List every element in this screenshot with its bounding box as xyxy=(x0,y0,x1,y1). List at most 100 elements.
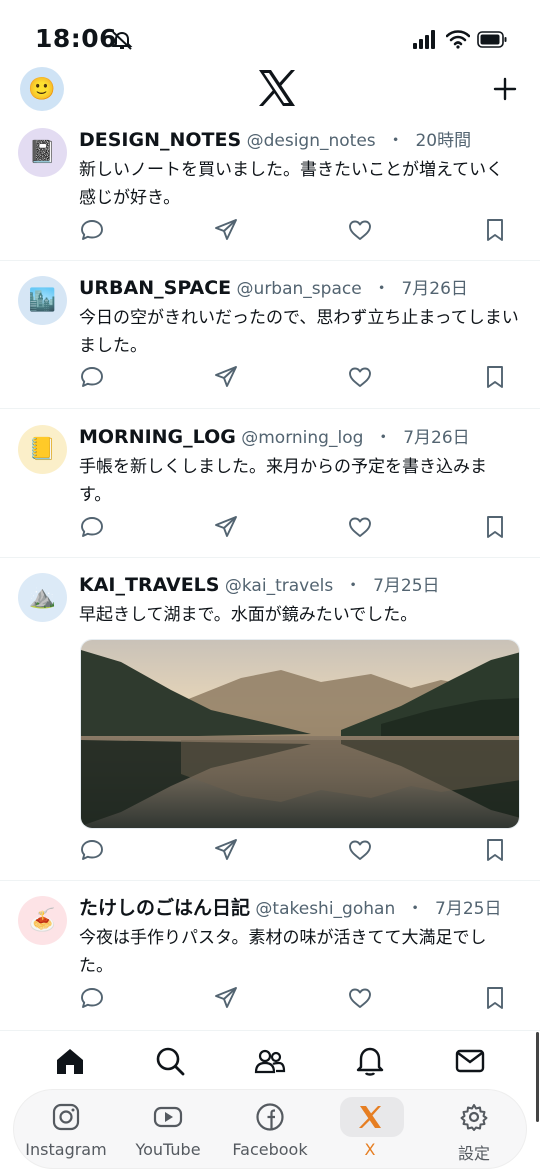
post[interactable]: 🏙️ URBAN_SPACE @urban_space ・ 7月26日 今日の空… xyxy=(0,261,540,409)
post-avatar[interactable]: 📓 xyxy=(18,128,67,177)
app-switcher-dock: Instagram YouTube Facebook X 設定 xyxy=(14,1090,526,1168)
dock-item-instagram[interactable]: Instagram xyxy=(16,1100,116,1162)
post-timestamp[interactable]: 7月25日 xyxy=(373,576,439,596)
like-button[interactable] xyxy=(347,364,373,390)
heart-icon xyxy=(349,517,371,537)
heart-icon xyxy=(349,220,371,240)
reply-button[interactable] xyxy=(79,985,105,1011)
bookmark-button[interactable] xyxy=(482,217,508,243)
dock-item-youtube[interactable]: YouTube xyxy=(118,1100,218,1162)
post-actions xyxy=(79,217,509,245)
post-timestamp[interactable]: 7月26日 xyxy=(401,279,467,299)
share-button[interactable] xyxy=(213,364,239,390)
heart-icon xyxy=(349,367,371,387)
profile-avatar[interactable]: 🙂 xyxy=(20,67,64,111)
post-avatar[interactable]: ⛰️ xyxy=(18,573,67,622)
post-author-name[interactable]: DESIGN_NOTES xyxy=(79,129,241,151)
dock-label: 設定 xyxy=(457,1144,490,1163)
post-text: 今夜は手作りパスタ。素材の味が活きてて大満足でした。 xyxy=(79,928,487,976)
lake-landscape-image xyxy=(81,640,519,828)
post[interactable]: 📒 MORNING_LOG @morning_log ・ 7月26日 手帳を新し… xyxy=(0,409,540,558)
scrollbar[interactable] xyxy=(536,1032,539,1122)
post-header: MORNING_LOG @morning_log ・ 7月26日 xyxy=(79,423,530,451)
dock-item-facebook[interactable]: Facebook xyxy=(220,1100,320,1162)
post[interactable]: 📓 DESIGN_NOTES @design_notes ・ 20時間 新しいノ… xyxy=(0,122,540,261)
post-text: 早起きして湖まで。水面が鏡みたいでした。 xyxy=(79,605,418,625)
post-header: DESIGN_NOTES @design_notes ・ 20時間 xyxy=(79,126,530,154)
share-button[interactable] xyxy=(213,837,239,863)
people-icon xyxy=(254,1049,286,1074)
post-actions xyxy=(79,985,509,1013)
share-button[interactable] xyxy=(213,985,239,1011)
post-author-handle[interactable]: @morning_log xyxy=(241,428,363,448)
heart-icon xyxy=(349,840,371,860)
bookmark-button[interactable] xyxy=(482,837,508,863)
wifi-icon xyxy=(446,30,470,49)
post-author-handle[interactable]: @kai_travels xyxy=(225,576,333,596)
home-icon xyxy=(57,1049,83,1074)
timeline-feed: 📓 DESIGN_NOTES @design_notes ・ 20時間 新しいノ… xyxy=(0,122,540,1031)
share-button[interactable] xyxy=(213,217,239,243)
post-author-name[interactable]: KAI_TRAVELS xyxy=(79,574,219,596)
reply-icon xyxy=(81,220,103,240)
like-button[interactable] xyxy=(347,217,373,243)
envelope-icon xyxy=(455,1049,485,1073)
post-timestamp[interactable]: 20時間 xyxy=(415,131,471,151)
post-author-name[interactable]: MORNING_LOG xyxy=(79,426,236,448)
battery-icon xyxy=(477,31,507,48)
instagram-icon xyxy=(52,1103,80,1131)
separator-dot: ・ xyxy=(344,576,362,596)
bookmark-button[interactable] xyxy=(482,364,508,390)
post-header: たけしのごはん日記 @takeshi_gohan ・ 7月25日 xyxy=(79,894,530,922)
messages-tab[interactable] xyxy=(454,1045,486,1077)
post-author-name[interactable]: たけしのごはん日記 xyxy=(79,897,250,919)
post-author-handle[interactable]: @urban_space xyxy=(237,279,362,299)
search-tab[interactable] xyxy=(154,1045,186,1077)
post[interactable]: ⛰️ KAI_TRAVELS @kai_travels ・ 7月25日 早起きし… xyxy=(0,558,540,881)
post-avatar[interactable]: 🍝 xyxy=(18,896,67,945)
reply-button[interactable] xyxy=(79,514,105,540)
post-avatar[interactable]: 🏙️ xyxy=(18,276,67,325)
communities-tab[interactable] xyxy=(254,1045,286,1077)
post-avatar[interactable]: 📒 xyxy=(18,425,67,474)
bottom-tab-bar xyxy=(0,1030,540,1088)
post-image-lake[interactable] xyxy=(80,639,520,829)
dock-item-x[interactable]: X xyxy=(320,1097,420,1162)
post-text: 今日の空がきれいだったので、思わず立ち止まってしまいました。 xyxy=(79,308,519,356)
bookmark-button[interactable] xyxy=(482,514,508,540)
like-button[interactable] xyxy=(347,514,373,540)
post-text: 新しいノートを買いました。書きたいことが増えていく感じが好き。 xyxy=(79,160,504,208)
share-button[interactable] xyxy=(213,514,239,540)
youtube-icon xyxy=(153,1106,183,1128)
notifications-tab[interactable] xyxy=(354,1045,386,1077)
post-timestamp[interactable]: 7月25日 xyxy=(435,899,501,919)
like-button[interactable] xyxy=(347,837,373,863)
bookmark-icon xyxy=(487,516,503,538)
dock-label: YouTube xyxy=(135,1140,201,1159)
post[interactable]: 🍝 たけしのごはん日記 @takeshi_gohan ・ 7月25日 今夜は手作… xyxy=(0,881,540,1031)
share-icon xyxy=(215,366,237,387)
post-author-handle[interactable]: @design_notes xyxy=(247,131,376,151)
separator-dot: ・ xyxy=(406,899,424,919)
post-author-name[interactable]: URBAN_SPACE xyxy=(79,277,231,299)
bookmark-button[interactable] xyxy=(482,985,508,1011)
reply-button[interactable] xyxy=(79,837,105,863)
facebook-icon xyxy=(256,1103,284,1131)
post-actions xyxy=(79,364,509,392)
post-actions xyxy=(79,514,509,542)
heart-icon xyxy=(349,988,371,1008)
plus-icon[interactable] xyxy=(492,76,518,102)
separator-dot: ・ xyxy=(373,279,391,299)
home-tab[interactable] xyxy=(54,1045,86,1077)
reply-icon xyxy=(81,367,103,387)
x-logo-icon[interactable] xyxy=(256,68,298,108)
reply-button[interactable] xyxy=(79,364,105,390)
post-author-handle[interactable]: @takeshi_gohan xyxy=(255,899,395,919)
dock-item-settings[interactable]: 設定 xyxy=(424,1100,524,1163)
x-icon xyxy=(359,1106,381,1128)
share-icon xyxy=(215,839,237,860)
cellular-signal-icon xyxy=(413,30,435,49)
post-timestamp[interactable]: 7月26日 xyxy=(403,428,469,448)
like-button[interactable] xyxy=(347,985,373,1011)
reply-button[interactable] xyxy=(79,217,105,243)
